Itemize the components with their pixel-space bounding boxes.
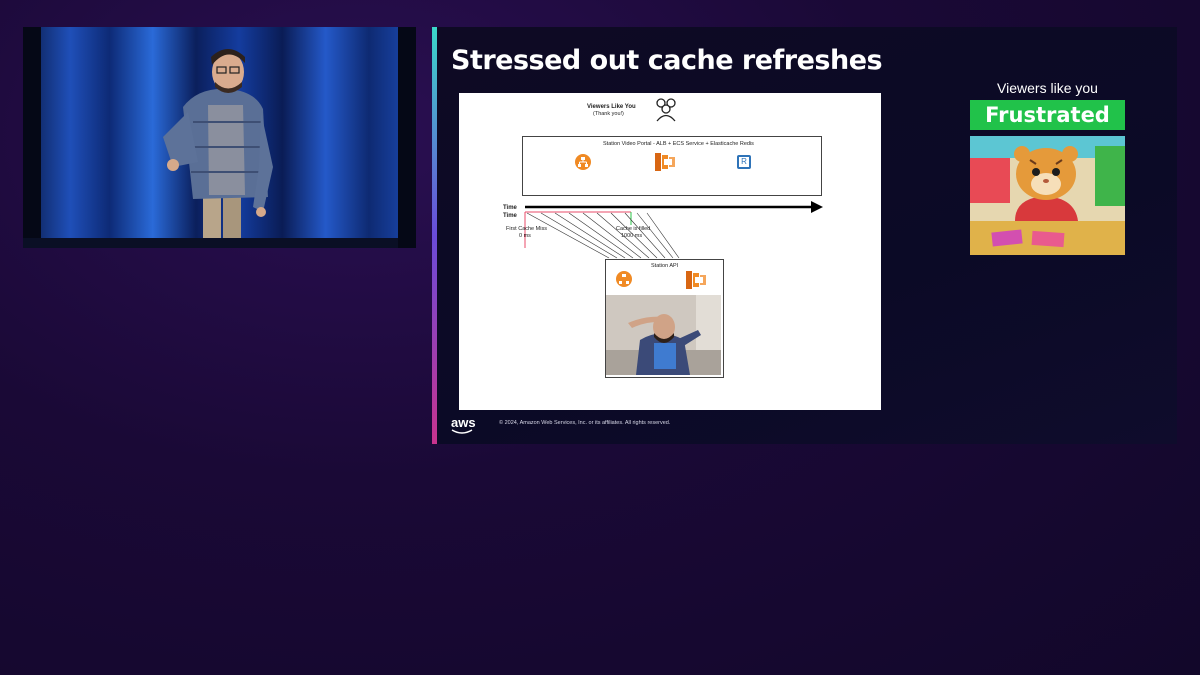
curtain-edge-right bbox=[398, 27, 416, 248]
station-api-box: Station API bbox=[605, 259, 724, 378]
ecs-icon bbox=[686, 271, 706, 289]
stage-floor bbox=[23, 238, 416, 248]
slide-title: Stressed out cache refreshes bbox=[451, 45, 883, 76]
copyright-notice: © 2024, Amazon Web Services, Inc. or its… bbox=[499, 420, 671, 426]
load-balancer-icon bbox=[616, 271, 632, 287]
architecture-diagram: Viewers Like You (Thank you!) Station Vi… bbox=[459, 93, 881, 410]
station-api-label: Station API bbox=[651, 263, 679, 269]
cache-filled-label: Cache is filled bbox=[616, 226, 651, 232]
stressed-person-photo bbox=[606, 295, 721, 375]
slide-accent-bar bbox=[432, 27, 437, 444]
aws-logo-text: aws bbox=[451, 415, 476, 430]
viewers-like-you-label: Viewers like you bbox=[997, 80, 1098, 96]
first-miss-label: First Cache Miss bbox=[506, 226, 547, 232]
speaker-figure bbox=[163, 49, 273, 248]
cache-filled-time: 1000 ms bbox=[621, 233, 643, 239]
mood-badge: Frustrated bbox=[970, 100, 1125, 130]
first-miss-time: 0 ms bbox=[519, 233, 531, 239]
cartoon-tiger-image bbox=[970, 136, 1125, 255]
speaker-video bbox=[23, 27, 416, 248]
